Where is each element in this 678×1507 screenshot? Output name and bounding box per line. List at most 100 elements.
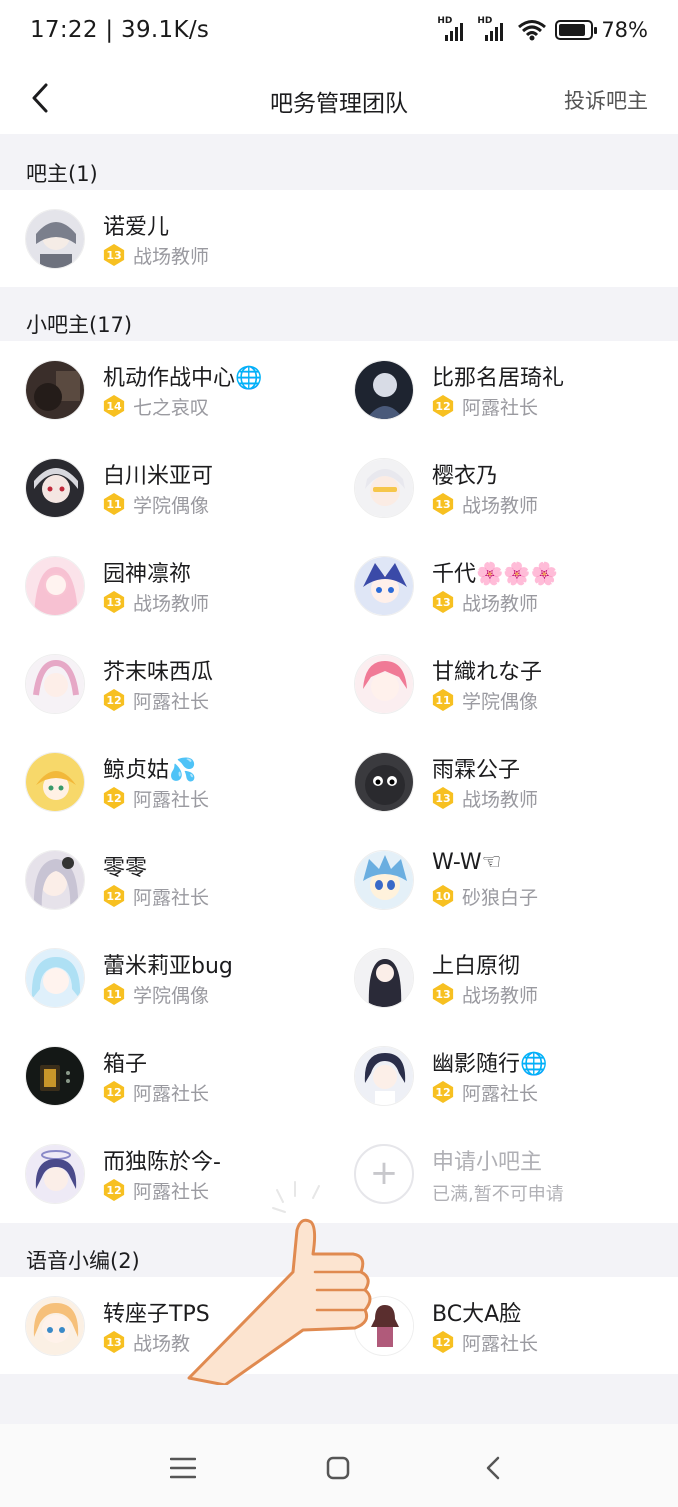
avatar: [354, 752, 414, 812]
member-name: BC大A脸: [432, 1302, 522, 1327]
nav-bar: 吧务管理团队 投诉吧主: [0, 64, 678, 134]
member-name: 诺爱儿: [103, 215, 170, 240]
battery-percent: 78%: [601, 18, 648, 42]
status-time: 17:22 | 39.1K/s: [30, 17, 210, 43]
member-item[interactable]: 芥末味西瓜 12 阿露社长: [25, 654, 325, 732]
member-name: 上白原彻: [432, 954, 521, 979]
member-name: 比那名居琦礼: [432, 366, 565, 391]
member-title: 战场教师: [462, 788, 539, 811]
member-item[interactable]: 园神凛祢 13 战场教师: [25, 556, 325, 634]
avatar: [354, 654, 414, 714]
avatar: [25, 654, 85, 714]
nav-back-button[interactable]: [473, 1448, 513, 1488]
member-title: 阿露社长: [133, 690, 210, 713]
member-title: 阿露社长: [133, 886, 210, 909]
section-header-voice-editors: 语音小编(2): [0, 1223, 678, 1277]
section-title: 小吧主(17): [26, 313, 133, 337]
member-item[interactable]: 比那名居琦礼 12 阿露社长: [354, 360, 654, 438]
home-square-icon: [326, 1456, 350, 1480]
back-button[interactable]: [22, 80, 58, 116]
level-badge: 13: [103, 591, 125, 613]
level-badge: 13: [103, 244, 125, 266]
member-item[interactable]: 零零 12 阿露社长: [25, 850, 325, 928]
member-name: 雨霖公子: [432, 758, 521, 783]
menu-icon: [170, 1457, 196, 1479]
avatar: [25, 556, 85, 616]
member-title: 阿露社长: [462, 396, 539, 419]
member-name: 芥末味西瓜: [103, 660, 214, 685]
level-badge: 12: [432, 1081, 454, 1103]
member-item[interactable]: 千代🌸🌸🌸 13 战场教师: [354, 556, 654, 634]
section-title: 吧主(1): [26, 162, 98, 186]
avatar: [354, 948, 414, 1008]
section-header-sub-owners: 小吧主(17): [0, 287, 678, 341]
level-badge: 12: [103, 1081, 125, 1103]
level-badge: 13: [432, 787, 454, 809]
level-badge: 12: [103, 689, 125, 711]
chevron-left-icon: [32, 83, 48, 113]
member-item[interactable]: 鲸贞姑💦 12 阿露社长: [25, 752, 325, 830]
member-name: 白川米亚可: [103, 464, 214, 489]
avatar: [25, 1144, 85, 1204]
member-item[interactable]: 樱衣乃 13 战场教师: [354, 458, 654, 536]
level-badge: 11: [432, 689, 454, 711]
avatar: [354, 360, 414, 420]
signal-icon: HD: [477, 16, 509, 41]
apply-status: 已满,暂不可申请: [432, 1184, 564, 1205]
member-item[interactable]: 转座子TPS 13 战场教: [25, 1296, 325, 1374]
nav-back-icon: [486, 1456, 500, 1480]
member-title: 战场教师: [462, 984, 539, 1007]
level-badge: 13: [432, 983, 454, 1005]
member-item[interactable]: BC大A脸 12 阿露社长: [354, 1296, 654, 1374]
member-name: 樱衣乃: [432, 464, 499, 489]
member-name: 幽影随行🌐: [432, 1052, 548, 1077]
avatar: [25, 1296, 85, 1356]
member-item[interactable]: 幽影随行🌐 12 阿露社长: [354, 1046, 654, 1124]
member-title: 阿露社长: [133, 1082, 210, 1105]
sub-owner-list: 机动作战中心🌐 14 七之哀叹 比那名居琦礼 12 阿露社长 白川米亚可 11 学院偶…: [0, 341, 678, 1223]
level-badge: 11: [103, 493, 125, 515]
member-item[interactable]: 而独陈於今- 12 阿露社长: [25, 1144, 325, 1222]
member-title: 阿露社长: [462, 1082, 539, 1105]
member-title: 阿露社长: [133, 788, 210, 811]
member-item[interactable]: 甘織れな子 11 学院偶像: [354, 654, 654, 732]
level-badge: 12: [103, 885, 125, 907]
voice-editor-list: 转座子TPS 13 战场教 BC大A脸 12 阿露社长: [0, 1277, 678, 1374]
apply-label: 申请小吧主: [432, 1150, 543, 1175]
member-item[interactable]: 上白原彻 13 战场教师: [354, 948, 654, 1026]
member-title: 阿露社长: [133, 1180, 210, 1203]
report-owner-button[interactable]: 投诉吧主: [564, 85, 648, 115]
level-badge: 13: [432, 591, 454, 613]
wifi-icon: [518, 20, 547, 41]
owner-list: 诺爱儿 13 战场教师: [0, 190, 678, 287]
member-title: 战场教师: [133, 592, 210, 615]
member-item[interactable]: 白川米亚可 11 学院偶像: [25, 458, 325, 536]
system-nav-bar: [0, 1424, 678, 1507]
member-item[interactable]: W-W☜ 10 砂狼白子: [354, 850, 654, 928]
avatar: [25, 360, 85, 420]
member-name: 千代🌸🌸🌸: [432, 562, 559, 587]
member-title: 砂狼白子: [462, 886, 539, 909]
apply-sub-owner[interactable]: + 申请小吧主 已满,暂不可申请: [354, 1144, 654, 1222]
member-item[interactable]: 蕾米莉亚bug 11 学院偶像: [25, 948, 325, 1026]
member-item[interactable]: 箱子 12 阿露社长: [25, 1046, 325, 1124]
level-badge: 12: [432, 395, 454, 417]
home-button[interactable]: [318, 1448, 358, 1488]
member-item[interactable]: 诺爱儿 13 战场教师: [25, 209, 325, 287]
member-item[interactable]: 机动作战中心🌐 14 七之哀叹: [25, 360, 325, 438]
menu-button[interactable]: [163, 1448, 203, 1488]
level-badge: 12: [103, 787, 125, 809]
member-name: 零零: [103, 856, 148, 881]
status-icons: HD HD 78%: [437, 16, 648, 42]
avatar: [354, 1296, 414, 1356]
avatar: [354, 850, 414, 910]
section-header-owner: 吧主(1): [0, 134, 678, 190]
avatar: [25, 752, 85, 812]
avatar: [25, 1046, 85, 1106]
member-title: 学院偶像: [133, 984, 210, 1007]
avatar: [354, 1046, 414, 1106]
level-badge: 13: [432, 493, 454, 515]
member-item[interactable]: 雨霖公子 13 战场教师: [354, 752, 654, 830]
member-title: 学院偶像: [133, 494, 210, 517]
signal-icon: HD: [437, 16, 469, 41]
